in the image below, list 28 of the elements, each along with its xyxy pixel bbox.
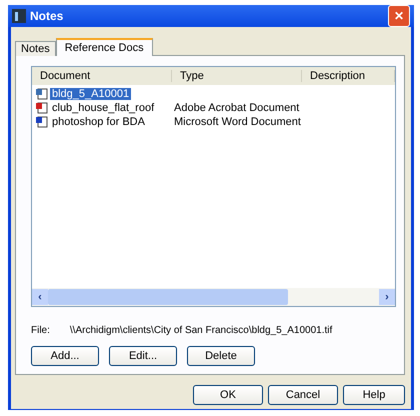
dialog-button[interactable]: Help bbox=[343, 385, 405, 405]
app-icon bbox=[12, 9, 26, 23]
column-header[interactable]: Description bbox=[302, 70, 395, 82]
tab[interactable]: Notes bbox=[15, 41, 56, 56]
scroll-right-button[interactable]: › bbox=[379, 289, 395, 305]
dialog-button[interactable]: OK bbox=[193, 385, 263, 405]
table-cell-text: Adobe Acrobat Document bbox=[173, 102, 300, 114]
image-file-icon bbox=[36, 88, 48, 100]
file-label: File: bbox=[31, 325, 50, 336]
scroll-left-button[interactable]: ‹ bbox=[32, 289, 48, 305]
action-button[interactable]: Edit... bbox=[109, 346, 177, 366]
dialog-button[interactable]: Cancel bbox=[268, 385, 338, 405]
column-header[interactable]: Document bbox=[32, 70, 172, 82]
horizontal-scrollbar[interactable]: ‹ › bbox=[32, 288, 395, 306]
pdf-file-icon bbox=[36, 102, 48, 114]
document-name[interactable]: club_house_flat_roof bbox=[50, 102, 156, 114]
document-name[interactable]: photoshop for BDA bbox=[50, 116, 147, 128]
scroll-thumb[interactable] bbox=[48, 289, 288, 305]
window-title: Notes bbox=[30, 9, 64, 23]
file-path: \\Archidigm\clients\City of San Francisco\bldg_5_A10001.tif bbox=[70, 325, 332, 336]
document-name[interactable]: bldg_5_A10001 bbox=[50, 88, 132, 100]
action-button[interactable]: Add... bbox=[31, 346, 99, 366]
table-cell-text: Microsoft Word Document bbox=[173, 116, 302, 128]
close-button[interactable]: ✕ bbox=[388, 5, 410, 27]
column-header[interactable]: Type bbox=[172, 70, 302, 82]
action-button[interactable]: Delete bbox=[187, 346, 255, 366]
document-file-icon bbox=[36, 116, 48, 128]
tab[interactable]: Reference Docs bbox=[56, 38, 153, 56]
